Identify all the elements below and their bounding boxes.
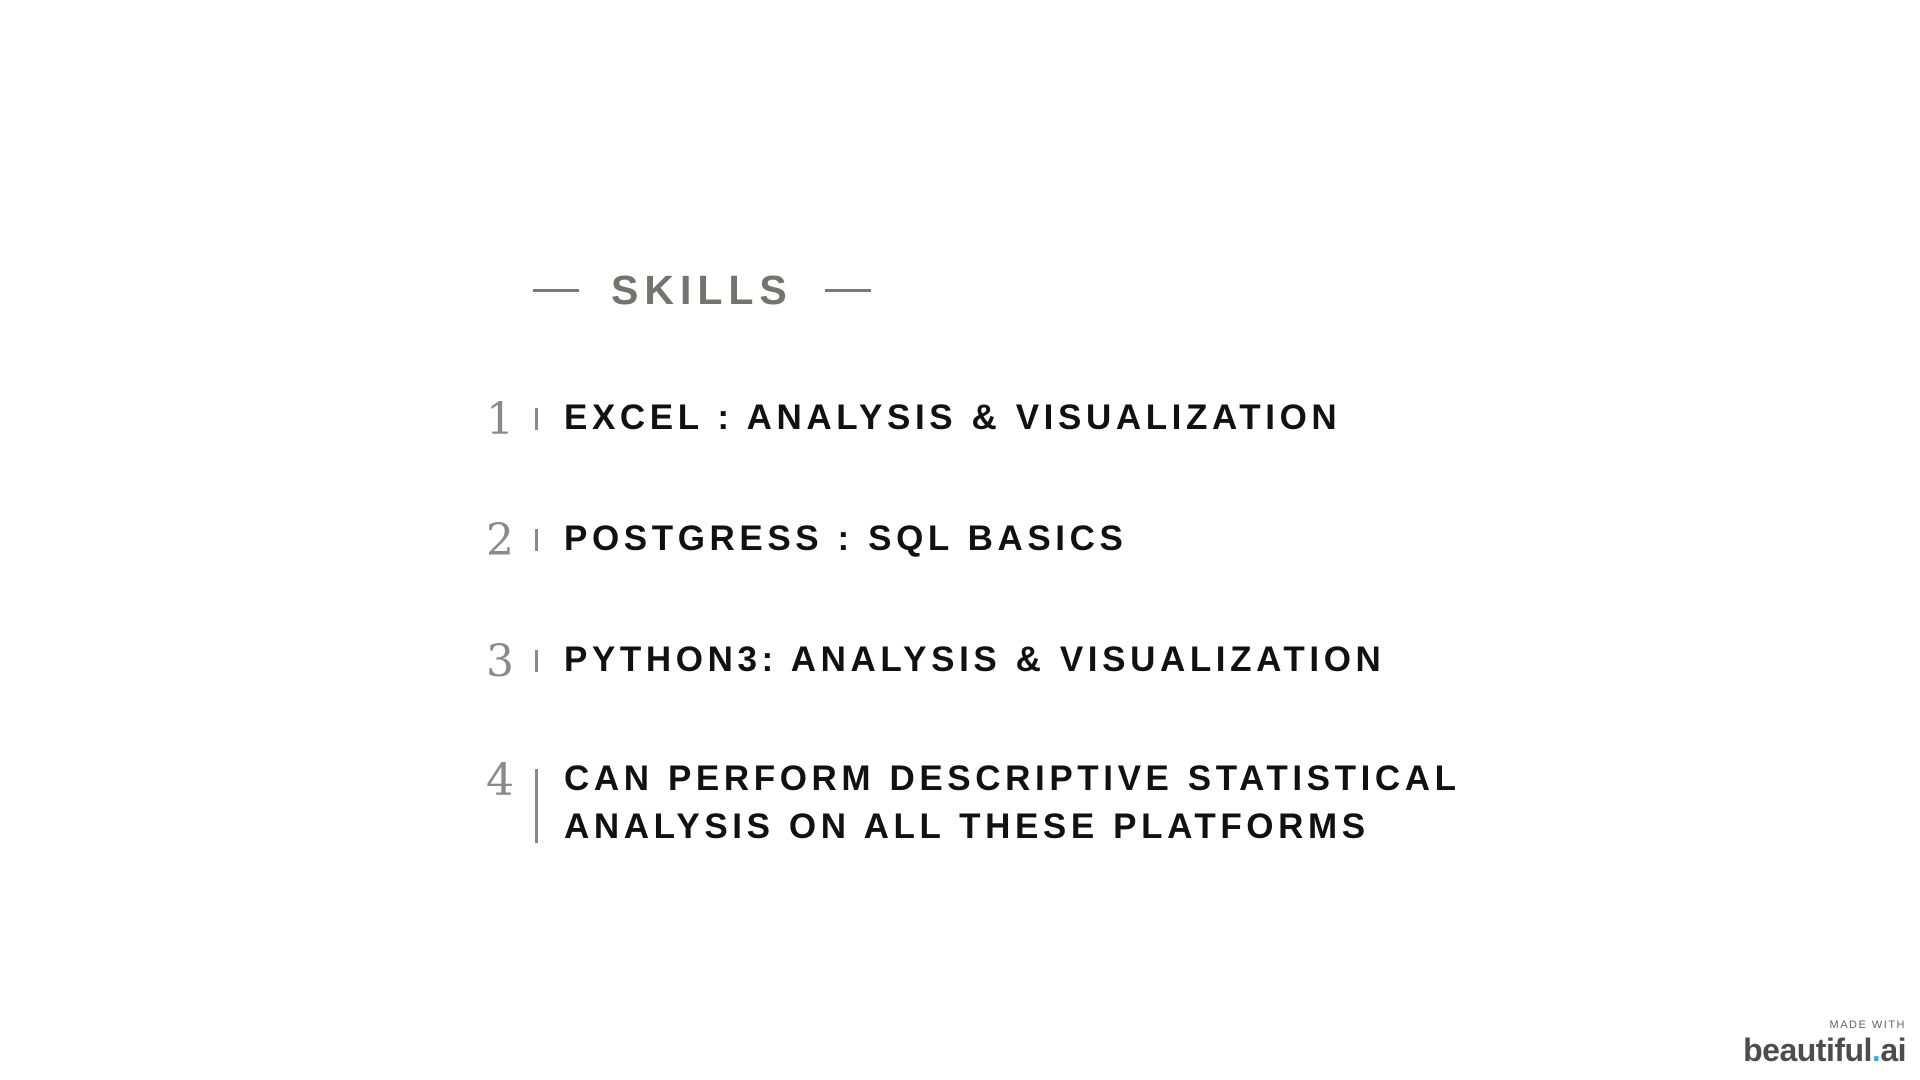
skill-text-block: POSTGRESS : SQL BASICS (564, 515, 1127, 563)
beautiful-ai-logo: beautiful.ai (1743, 1032, 1906, 1068)
section-heading: SKILLS (533, 266, 871, 314)
skill-divider (535, 650, 538, 672)
skill-label-line-2: ANALYSIS ON ALL THESE PLATFORMS (564, 807, 1370, 846)
logo-suffix: ai (1880, 1032, 1906, 1068)
heading-title: SKILLS (611, 267, 793, 313)
skill-label-line-1: CAN PERFORM DESCRIPTIVE STATISTICAL (564, 759, 1461, 798)
skill-number: 1 (486, 394, 514, 445)
logo-wordmark: beautiful (1743, 1032, 1872, 1068)
skill-item-3: 3 PYTHON3: ANALYSIS & VISUALIZATION (480, 636, 1385, 688)
skill-item-4: 4 CAN PERFORM DESCRIPTIVE STATISTICAL AN… (480, 755, 1461, 851)
skill-text-block: EXCEL : ANALYSIS & VISUALIZATION (564, 394, 1341, 442)
slide: SKILLS 1 EXCEL : ANALYSIS & VISUALIZATIO… (0, 0, 1920, 1080)
skill-label: POSTGRESS : SQL BASICS (564, 519, 1128, 558)
skill-item-1: 1 EXCEL : ANALYSIS & VISUALIZATION (480, 394, 1341, 446)
skill-divider (535, 769, 538, 843)
skill-number: 4 (486, 755, 514, 806)
skill-text-block: CAN PERFORM DESCRIPTIVE STATISTICAL ANAL… (564, 755, 1461, 851)
skill-text-block: PYTHON3: ANALYSIS & VISUALIZATION (564, 636, 1385, 684)
heading-dash-left (533, 288, 579, 292)
skill-number: 3 (486, 636, 514, 687)
skill-divider (535, 408, 538, 430)
skill-number: 2 (486, 515, 514, 566)
skill-label: EXCEL : ANALYSIS & VISUALIZATION (564, 398, 1342, 437)
badge-caption: MADE WITH (1829, 1019, 1906, 1031)
skill-divider (535, 529, 538, 551)
skill-label: PYTHON3: ANALYSIS & VISUALIZATION (564, 640, 1386, 679)
skill-item-2: 2 POSTGRESS : SQL BASICS (480, 515, 1127, 567)
made-with-badge[interactable]: MADE WITH beautiful.ai (1743, 1018, 1906, 1068)
heading-dash-right (824, 288, 871, 292)
